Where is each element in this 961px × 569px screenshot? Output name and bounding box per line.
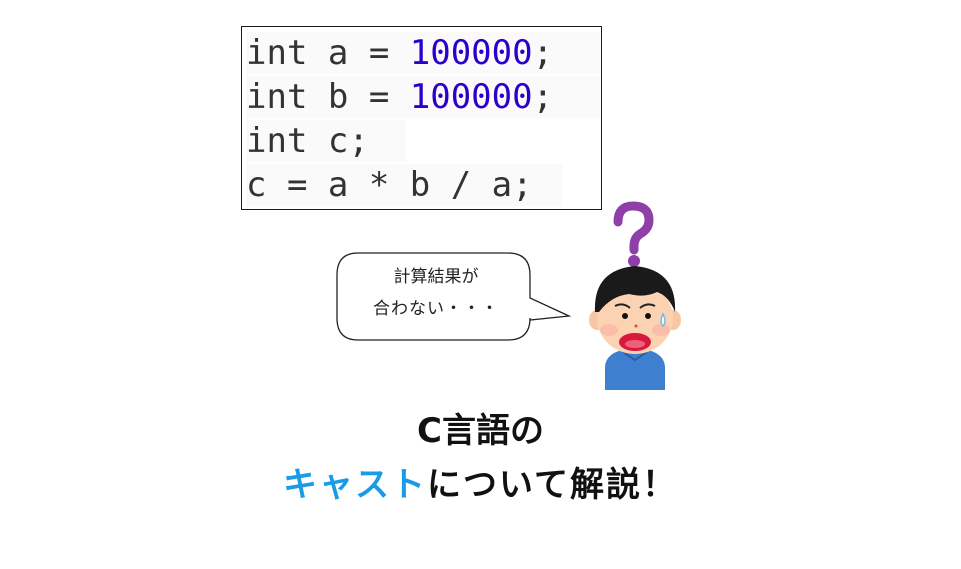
bubble-text-line1: 計算結果が xyxy=(393,267,479,287)
question-mark-icon xyxy=(613,201,654,267)
title-rest-text: について解説！ xyxy=(427,465,678,505)
code-text: int a = xyxy=(246,33,410,73)
bubble-text-line2: 合わない・・・ xyxy=(373,299,499,319)
title-line1: C言語の xyxy=(417,411,544,451)
code-text: c = a * b / a; xyxy=(246,165,533,205)
code-text: int c; xyxy=(246,121,369,161)
title-accent-text: キャスト xyxy=(283,465,427,505)
number-literal: 100000 xyxy=(409,77,533,117)
code-text: ; xyxy=(532,77,554,117)
confused-boy-icon xyxy=(585,200,685,390)
code-line: int a = 100000; xyxy=(246,32,600,74)
shirt xyxy=(605,348,665,390)
code-text: int b = xyxy=(246,77,410,117)
title-line2: キャストについて解説！ xyxy=(0,457,961,506)
speech-bubble: 計算結果が 合わない・・・ xyxy=(336,252,576,342)
code-line: c = a * b / a; xyxy=(246,164,562,206)
code-line: int b = 100000; xyxy=(246,76,600,118)
code-snippet: int a = 100000; int b = 100000; int c; c… xyxy=(241,26,602,210)
number-literal: 100000 xyxy=(409,33,533,73)
code-text: ; xyxy=(532,33,554,73)
code-line: int c; xyxy=(246,120,406,162)
